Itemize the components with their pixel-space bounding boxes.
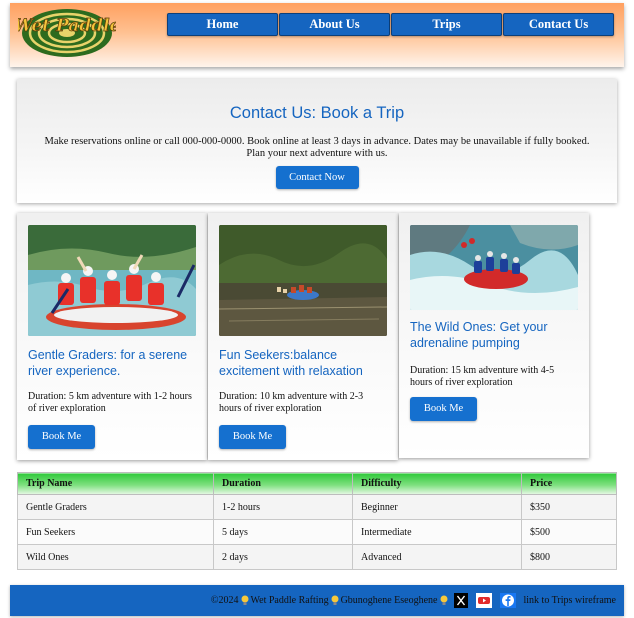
cell-difficulty: Intermediate — [352, 519, 522, 545]
wild-ones-photo — [410, 225, 578, 310]
nav-home[interactable]: Home — [167, 13, 278, 36]
table-header-row: Trip Name Duration Difficulty Price — [17, 472, 617, 495]
header-trip-name: Trip Name — [17, 472, 214, 495]
book-gentle-graders-button[interactable]: Book Me — [28, 425, 95, 449]
wild-ones-text: Duration: 15 km adventure with 4-5 hours… — [410, 365, 555, 388]
wild-ones-title: The Wild Ones: Get your adrenaline pumpi… — [410, 320, 548, 350]
main-nav: Home About Us Trips Contact Us — [167, 13, 614, 36]
wet-paddle-logo[interactable]: Wet Paddle — [13, 5, 121, 59]
cell-trip-name: Fun Seekers — [17, 519, 214, 545]
book-fun-seekers-button[interactable]: Book Me — [219, 425, 286, 449]
cell-price: $500 — [521, 519, 617, 545]
gentle-graders-text: Duration: 5 km adventure with 1-2 hours … — [28, 391, 192, 414]
fun-seekers-photo — [219, 225, 387, 336]
gentle-graders-title: Gentle Graders: for a serene river exper… — [28, 348, 188, 378]
logo-mark: Wet Paddle — [13, 9, 121, 57]
header-difficulty: Difficulty — [352, 472, 522, 495]
cell-duration: 5 days — [213, 519, 353, 545]
youtube-icon[interactable] — [475, 593, 492, 608]
trip-card-gentle-graders: Gentle Graders: for a serene river exper… — [17, 213, 207, 460]
footer-author: Gbunoghene Eseoghene — [340, 595, 438, 606]
trips-table: Trip Name Duration Difficulty Price Gent… — [17, 472, 617, 570]
table-row: Gentle Graders 1-2 hours Beginner $350 — [17, 494, 617, 520]
cell-trip-name: Wild Ones — [17, 544, 214, 570]
cell-difficulty: Advanced — [352, 544, 522, 570]
logo-text: Wet Paddle — [18, 16, 116, 36]
gentle-graders-photo — [28, 225, 196, 336]
trips-wireframe-link[interactable]: link to Trips wireframe — [524, 595, 617, 606]
site-footer: ©2024 Wet Paddle Rafting Gbunoghene Eseo… — [10, 585, 624, 616]
cell-difficulty: Beginner — [352, 494, 522, 520]
header-price: Price — [521, 472, 617, 495]
contact-now-button[interactable]: Contact Now — [275, 166, 359, 189]
lightbulb-icon — [440, 595, 447, 605]
footer-copyright: ©2024 — [210, 595, 239, 606]
cell-trip-name: Gentle Graders — [17, 494, 214, 520]
cell-price: $350 — [521, 494, 617, 520]
x-icon[interactable] — [453, 593, 468, 608]
cell-duration: 2 days — [213, 544, 353, 570]
cell-price: $800 — [521, 544, 617, 570]
footer-company: Wet Paddle Rafting — [250, 595, 329, 606]
nav-contact-us[interactable]: Contact Us — [503, 13, 614, 36]
cell-duration: 1-2 hours — [213, 494, 353, 520]
contact-text: Make reservations online or call 000-000… — [44, 136, 590, 159]
table-row: Wild Ones 2 days Advanced $800 — [17, 544, 617, 570]
trip-card-fun-seekers: Fun Seekers:balance excitement with rela… — [208, 213, 398, 460]
facebook-icon[interactable] — [499, 593, 516, 608]
book-wild-ones-button[interactable]: Book Me — [410, 397, 477, 421]
lightbulb-icon — [331, 595, 339, 605]
site-header: Wet Paddle Home About Us Trips Contact U… — [10, 3, 624, 67]
fun-seekers-text: Duration: 10 km adventure with 2-3 hours… — [219, 391, 364, 414]
nav-trips[interactable]: Trips — [391, 13, 502, 36]
nav-about-us[interactable]: About Us — [279, 13, 390, 36]
table-row: Fun Seekers 5 days Intermediate $500 — [17, 519, 617, 545]
header-duration: Duration — [213, 472, 353, 495]
fun-seekers-title: Fun Seekers:balance excitement with rela… — [219, 348, 363, 378]
contact-title: Contact Us: Book a Trip — [229, 104, 405, 122]
contact-panel: Contact Us: Book a Trip Make reservation… — [17, 79, 617, 203]
trip-card-wild-ones: The Wild Ones: Get your adrenaline pumpi… — [399, 213, 589, 458]
lightbulb-icon — [241, 595, 248, 605]
